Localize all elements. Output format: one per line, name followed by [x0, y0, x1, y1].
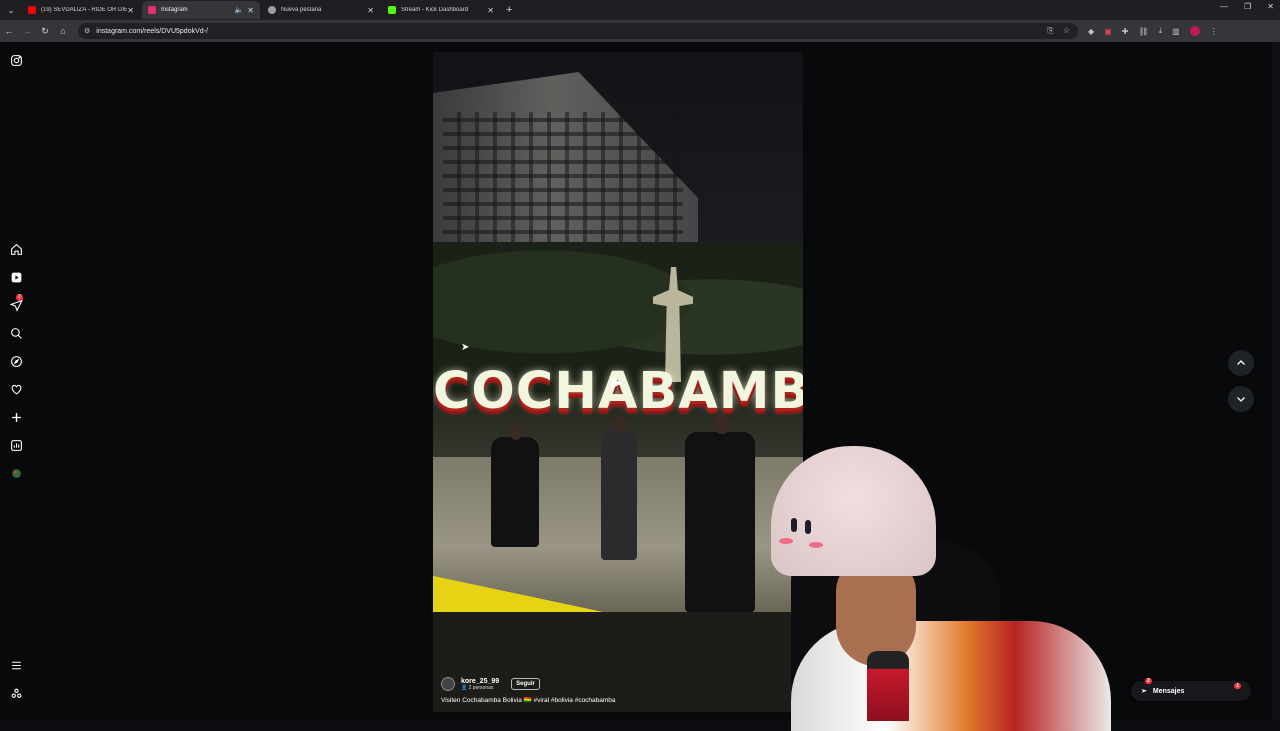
tab-strip: ⌄ (19) SEVDALIZA - RIDE OR DIE ✕ Instagr… — [0, 0, 1280, 20]
profile-avatar[interactable] — [1189, 26, 1200, 36]
tab-search-button[interactable]: ⌄ — [2, 1, 20, 19]
tab-title: Instagram — [161, 7, 188, 13]
collab-text: 2 personas — [468, 684, 494, 691]
dancer — [601, 430, 637, 560]
reel-caption: Visiten Cochabamba Bolivia 🇧🇴 #viral #bo… — [441, 697, 616, 704]
direct-messages-icon: ➢ — [1141, 688, 1147, 695]
tab-instagram[interactable]: Instagram 🔈 ✕ — [142, 1, 260, 19]
forward-icon[interactable]: → — [18, 26, 36, 36]
kirby-beanie — [771, 446, 936, 576]
mouse-cursor-icon: ➤ — [461, 342, 470, 353]
tab-title: Nueva pestaña — [281, 7, 322, 13]
dancer — [685, 432, 755, 612]
close-icon[interactable]: ✕ — [487, 6, 494, 15]
site-info-icon[interactable]: ⚙ — [84, 27, 90, 35]
instagram-icon — [148, 6, 156, 14]
extensions-area: ◆ ▣ ✚ ⛓ ⤓ ▥ ⋮ — [1088, 26, 1218, 36]
menu-dots-icon[interactable]: ⋮ — [1210, 27, 1218, 36]
collab-count[interactable]: 👤 2 personas — [461, 685, 499, 691]
back-icon[interactable]: ← — [0, 26, 18, 36]
tab-new-tab[interactable]: Nueva pestaña ✕ — [262, 1, 380, 19]
create-plus-icon[interactable] — [10, 411, 26, 427]
reload-icon[interactable]: ↻ — [36, 26, 54, 37]
instagram-logo-icon[interactable] — [10, 54, 26, 70]
download-icon[interactable]: ⤓ — [1159, 26, 1163, 36]
messages-label: Mensajes — [1152, 687, 1185, 695]
minimize-icon[interactable]: — — [1220, 2, 1228, 11]
speaker-icon[interactable]: 🔈 — [235, 6, 244, 14]
author-name[interactable]: kore_25_99 — [461, 678, 499, 685]
shield-icon[interactable]: ◆ — [1088, 27, 1094, 36]
restore-icon[interactable]: ❐ — [1244, 2, 1251, 11]
menu-hamburger-icon[interactable] — [10, 659, 26, 675]
home-icon[interactable] — [10, 243, 26, 259]
new-tab-button[interactable]: + — [506, 4, 512, 16]
tab-title: (19) SEVDALIZA - RIDE OR DIE — [41, 7, 128, 13]
heart-icon[interactable] — [10, 383, 26, 399]
close-icon[interactable]: ✕ — [367, 6, 374, 15]
close-icon[interactable]: ✕ — [127, 6, 134, 15]
play-icon[interactable]: ▶ — [611, 374, 625, 390]
profile-avatar[interactable] — [10, 467, 26, 483]
bookmark-star-icon[interactable]: ☆ — [1063, 26, 1070, 36]
next-reel-button[interactable] — [1228, 386, 1254, 412]
beanie-cheek — [809, 542, 823, 548]
browser-toolbar: ← → ↻ ⌂ ⚙ instagram.com/reels/DVU5pdokVd… — [0, 20, 1280, 42]
dashboard-icon[interactable] — [10, 439, 26, 455]
scrollbar[interactable] — [1272, 42, 1280, 720]
sidebar: 2 — [0, 42, 36, 720]
messages-avatar-badge: 1 — [1234, 683, 1241, 689]
author-info: kore_25_99 👤 2 personas — [461, 678, 499, 691]
tab-kick[interactable]: Stream - Kick Dashboard ✕ — [382, 1, 500, 19]
url-text: instagram.com/reels/DVU5pdokVd-/ — [96, 27, 208, 35]
dancer-head — [713, 414, 731, 434]
globe-icon — [268, 6, 276, 14]
install-icon[interactable]: ⎘ — [1047, 26, 1053, 36]
more-apps-icon[interactable] — [10, 687, 26, 703]
direct-messages-icon[interactable]: 2 — [9, 294, 26, 315]
follow-button[interactable]: Seguir — [511, 678, 540, 690]
record-icon[interactable]: ▣ — [1104, 27, 1112, 36]
reel-video[interactable]: COCHABAMBA ▶ kore_25_99 👤 2 personas Seg… — [433, 52, 803, 712]
beanie-eye — [791, 518, 797, 532]
chevron-up-icon — [1237, 360, 1245, 365]
previous-reel-button[interactable] — [1228, 350, 1254, 376]
kick-icon — [388, 6, 396, 14]
search-icon[interactable] — [10, 327, 26, 343]
author-avatar[interactable] — [441, 677, 455, 691]
address-bar[interactable]: ⚙ instagram.com/reels/DVU5pdokVd-/ ⎘ ☆ — [78, 23, 1078, 39]
dancer-head — [509, 424, 523, 440]
city-sign: COCHABAMBA — [433, 362, 803, 421]
dancer — [491, 437, 539, 547]
sidepanel-icon[interactable]: ▥ — [1172, 27, 1180, 36]
reel-footer: kore_25_99 👤 2 personas Seguir Visiten C… — [441, 677, 791, 704]
beanie-cheek — [779, 538, 793, 544]
extensions-icon[interactable]: ✚ — [1122, 27, 1129, 36]
dancer-head — [613, 416, 627, 432]
tab-youtube[interactable]: (19) SEVDALIZA - RIDE OR DIE ✕ — [22, 1, 140, 19]
explore-compass-icon[interactable] — [10, 355, 26, 371]
notification-badge: 2 — [16, 294, 23, 301]
close-window-icon[interactable]: ✕ — [1267, 2, 1274, 11]
messages-button[interactable]: ➢ 2 Mensajes 1 — [1131, 678, 1251, 701]
window-controls: — ❐ ✕ — [1220, 2, 1274, 11]
webcam-overlay — [771, 446, 1111, 731]
messages-badge: 2 — [1145, 678, 1152, 684]
reels-icon[interactable] — [10, 271, 26, 287]
link-icon[interactable]: ⛓ — [1138, 27, 1148, 36]
chevron-down-icon — [1237, 397, 1245, 402]
microphone — [867, 651, 909, 721]
youtube-icon — [28, 6, 36, 14]
beanie-eye — [805, 520, 811, 534]
home-icon[interactable]: ⌂ — [54, 26, 72, 36]
author-row: kore_25_99 👤 2 personas Seguir — [441, 677, 791, 691]
close-icon[interactable]: ✕ — [247, 6, 254, 15]
tab-title: Stream - Kick Dashboard — [401, 7, 469, 13]
